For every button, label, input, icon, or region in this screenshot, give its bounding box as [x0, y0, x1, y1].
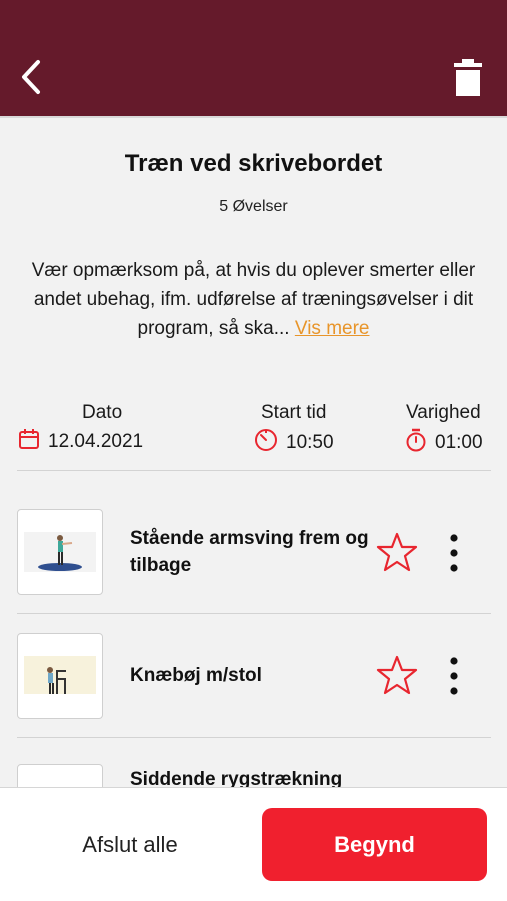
exercise-name: Knæbøj m/stol — [130, 665, 262, 686]
finish-all-button[interactable]: Afslut alle — [40, 810, 220, 880]
star-icon[interactable] — [375, 531, 419, 573]
app-header — [0, 0, 507, 116]
clock-icon — [254, 428, 278, 458]
duration-group: 01:00 — [405, 428, 483, 458]
star-icon[interactable] — [375, 654, 419, 696]
header-divider — [0, 116, 507, 118]
duration-label: Varighed — [406, 402, 481, 423]
start-time-value: 10:50 — [286, 432, 334, 453]
description-text: Vær opmærksom på, at hvis du oplever sme… — [31, 260, 476, 339]
start-button[interactable]: Begynd — [262, 808, 487, 881]
exercise-thumbnail — [17, 633, 103, 719]
more-options-icon[interactable] — [445, 654, 463, 698]
show-more-link[interactable]: Vis mere — [295, 318, 370, 339]
stopwatch-icon — [405, 428, 427, 458]
date-value: 12.04.2021 — [48, 431, 144, 452]
start-time-group: 10:50 — [254, 428, 334, 458]
divider — [17, 613, 491, 614]
chevron-left-icon[interactable] — [14, 56, 50, 98]
divider — [17, 470, 491, 471]
duration-value: 01:00 — [435, 432, 483, 453]
bottom-action-bar: Afslut alle Begynd — [0, 787, 507, 901]
date-value-group: 12.04.2021 — [18, 428, 143, 456]
exercise-thumbnail — [17, 509, 103, 595]
calendar-icon — [18, 428, 40, 456]
trash-icon[interactable] — [450, 56, 486, 98]
divider — [17, 737, 491, 738]
program-title: Træn ved skrivebordet — [124, 150, 383, 177]
date-label: Dato — [82, 402, 123, 423]
start-time-label: Start tid — [261, 402, 327, 423]
exercise-count: 5 Øvelser — [219, 198, 288, 215]
program-description: Vær opmærksom på, at hvis du oplever sme… — [30, 256, 477, 343]
more-options-icon[interactable] — [445, 531, 463, 575]
exercise-name: Stående armsving frem og tilbage — [130, 528, 369, 576]
